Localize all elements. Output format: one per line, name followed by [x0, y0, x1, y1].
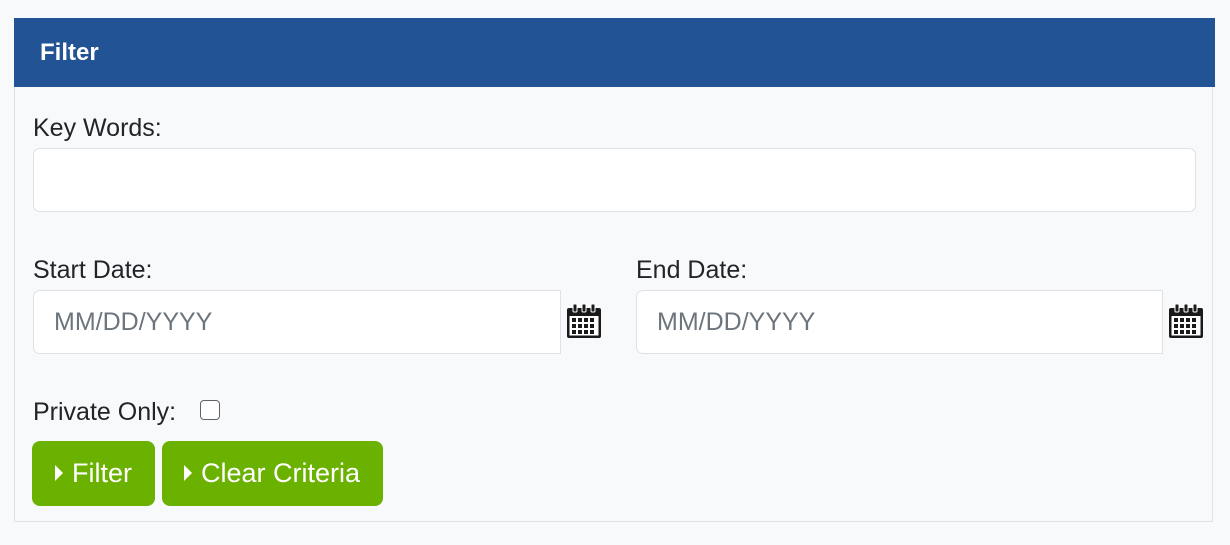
- private-only-checkbox[interactable]: [200, 400, 220, 420]
- start-date-calendar-icon[interactable]: [566, 303, 602, 339]
- start-date-input[interactable]: [33, 290, 561, 354]
- end-date-input[interactable]: [636, 290, 1163, 354]
- keywords-input[interactable]: [33, 148, 1196, 212]
- caret-right-icon: [184, 465, 192, 481]
- private-only-label: Private Only:: [33, 398, 177, 426]
- panel-title: Filter: [40, 39, 99, 66]
- caret-right-icon: [55, 465, 63, 481]
- clear-criteria-button[interactable]: Clear Criteria: [162, 441, 383, 506]
- end-date-calendar-icon[interactable]: [1168, 303, 1204, 339]
- panel-header: Filter: [14, 18, 1215, 87]
- filter-button[interactable]: Filter: [32, 441, 155, 506]
- start-date-label: Start Date:: [33, 256, 153, 284]
- end-date-label: End Date:: [636, 256, 748, 284]
- filter-button-label: Filter: [72, 458, 132, 488]
- filter-panel: Filter Key Words: Start Date: End Date:: [14, 18, 1215, 522]
- keywords-label: Key Words:: [33, 114, 162, 142]
- clear-criteria-button-label: Clear Criteria: [201, 458, 361, 488]
